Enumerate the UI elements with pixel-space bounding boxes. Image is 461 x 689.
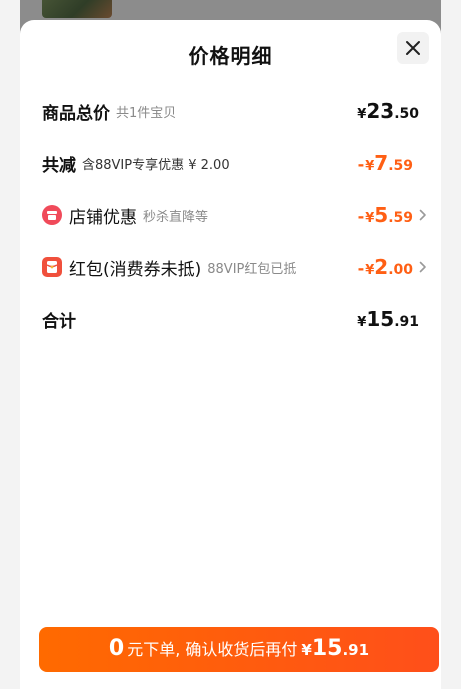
total-discount-label: 共减 xyxy=(42,155,76,176)
confirm-currency: ¥ xyxy=(301,641,312,659)
currency-symbol: ¥ xyxy=(357,315,367,330)
total-goods-amount: ¥ 23 .50 xyxy=(357,99,429,123)
shop-discount-amount: - ¥ 5 .59 xyxy=(358,203,413,227)
amount-decimal: .59 xyxy=(388,158,413,174)
row-grand-total: 合计 ¥ 15 .91 xyxy=(42,304,429,334)
price-detail-sheet: 价格明细 商品总价 共1件宝贝 ¥ 23 .50 共减 含88VIP专享优惠 ¥… xyxy=(20,20,441,689)
confirm-text: 元下单, 确认收货后再付 xyxy=(127,640,298,659)
left-gutter xyxy=(0,0,20,689)
amount-integer: 23 xyxy=(366,99,395,123)
shop-discount-note: 秒杀直降等 xyxy=(143,209,209,225)
currency-symbol: ¥ xyxy=(365,159,375,174)
minus-sign: - xyxy=(357,155,365,174)
row-red-packet[interactable]: 红包(消费券未抵) 88VIP红包已抵 - ¥ 2 .00 xyxy=(42,252,429,282)
red-packet-amount: - ¥ 2 .00 xyxy=(358,255,413,279)
shop-icon xyxy=(42,205,62,225)
confirm-amount-decimal: .91 xyxy=(342,641,370,659)
row-shop-discount[interactable]: 店铺优惠 秒杀直降等 - ¥ 5 .59 xyxy=(42,200,429,230)
amount-decimal: .50 xyxy=(394,106,419,122)
minus-sign: - xyxy=(357,259,365,278)
confirm-order-button[interactable]: 0 元下单, 确认收货后再付 ¥ 15 .91 xyxy=(39,627,439,672)
shop-discount-label: 店铺优惠 xyxy=(69,207,137,228)
background-product-thumbnail xyxy=(42,0,112,18)
total-discount-amount: - ¥ 7 .59 xyxy=(358,151,429,175)
currency-symbol: ¥ xyxy=(365,263,375,278)
close-icon xyxy=(406,41,420,55)
amount-decimal: .59 xyxy=(388,210,413,226)
red-packet-note: 88VIP红包已抵 xyxy=(207,261,297,277)
chevron-right-icon xyxy=(417,261,429,273)
right-gutter xyxy=(441,0,461,689)
amount-integer: 5 xyxy=(374,203,389,227)
chevron-right-icon xyxy=(417,209,429,221)
total-goods-label: 商品总价 xyxy=(42,103,110,124)
amount-decimal: .91 xyxy=(394,314,419,330)
red-packet-icon xyxy=(42,257,62,277)
total-discount-note: 含88VIP专享优惠 ¥ 2.00 xyxy=(82,157,230,173)
row-total-discount: 共减 含88VIP专享优惠 ¥ 2.00 - ¥ 7 .59 xyxy=(42,148,429,178)
sheet-title: 价格明细 xyxy=(188,44,273,68)
red-packet-label: 红包(消费券未抵) xyxy=(69,259,202,280)
amount-integer: 2 xyxy=(374,255,389,279)
grand-total-amount: ¥ 15 .91 xyxy=(357,307,429,331)
currency-symbol: ¥ xyxy=(365,211,375,226)
confirm-zero: 0 xyxy=(108,636,125,661)
grand-total-label: 合计 xyxy=(42,311,76,332)
close-button[interactable] xyxy=(397,32,429,64)
amount-decimal: .00 xyxy=(388,262,413,278)
row-total-goods: 商品总价 共1件宝贝 ¥ 23 .50 xyxy=(42,96,429,126)
minus-sign: - xyxy=(357,207,365,226)
amount-integer: 15 xyxy=(366,307,395,331)
currency-symbol: ¥ xyxy=(357,107,367,122)
amount-integer: 7 xyxy=(374,151,389,175)
total-goods-note: 共1件宝贝 xyxy=(116,105,177,121)
confirm-amount-integer: 15 xyxy=(311,636,343,661)
